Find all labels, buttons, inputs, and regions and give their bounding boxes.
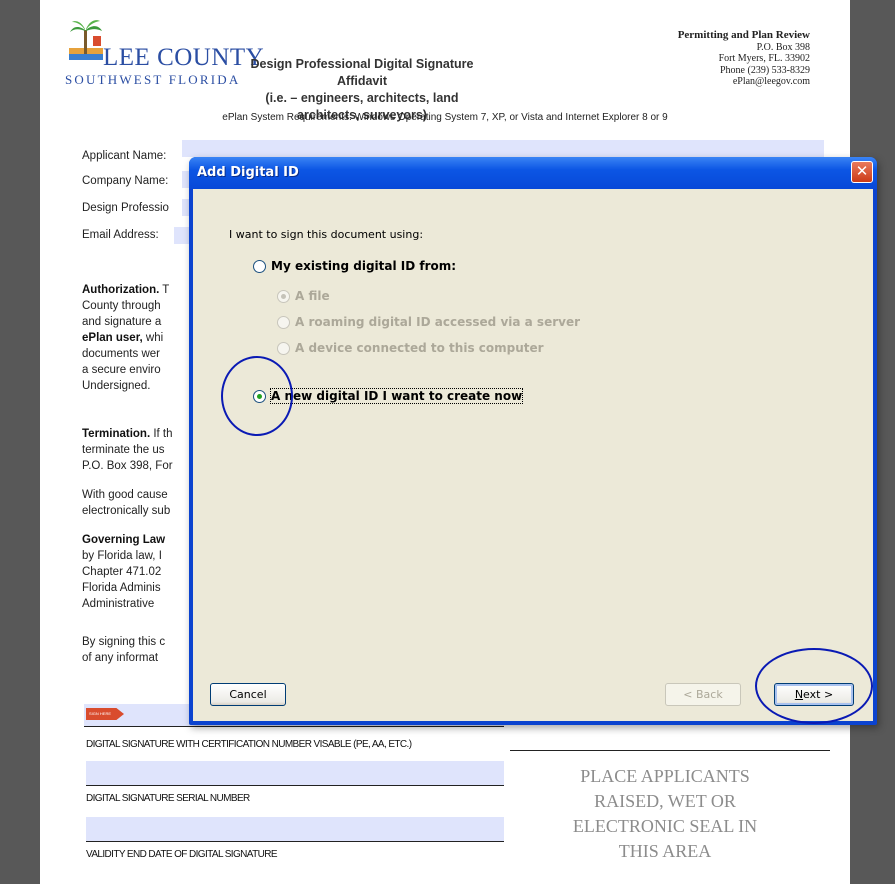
radio-device xyxy=(277,341,290,355)
palm-tree-icon xyxy=(69,20,103,60)
sub-option-device: A device connected to this computer xyxy=(277,341,544,355)
seal-area-border xyxy=(510,750,830,751)
email-address-label: Email Address: xyxy=(82,229,159,241)
sign-here-flag: SIGN HERE xyxy=(86,708,124,720)
option-new-id-label: A new digital ID I want to create now xyxy=(269,388,524,404)
dialog-title: Add Digital ID xyxy=(197,165,299,180)
seal-line: ELECTRONIC SEAL IN xyxy=(572,816,758,836)
serial-number-label: DIGITAL SIGNATURE SERIAL NUMBER xyxy=(86,793,250,804)
authorization-tail: T xyxy=(159,284,170,296)
cancel-label: Cancel xyxy=(229,688,267,701)
contact-po-box: P.O. Box 398 xyxy=(756,41,810,53)
option-new-id[interactable]: A new digital ID I want to create now xyxy=(253,388,524,404)
sub-option-roaming-label: A roaming digital ID accessed via a serv… xyxy=(295,315,581,329)
add-digital-id-dialog: Add Digital ID ✕ I want to sign this doc… xyxy=(189,157,877,725)
validity-date-label: VALIDITY END DATE OF DIGITAL SIGNATURE xyxy=(86,849,278,860)
seal-line: RAISED, WET OR xyxy=(594,791,736,811)
system-requirements: ePlan System Requirements: Windows Opera… xyxy=(222,112,668,123)
applicant-name-label: Applicant Name: xyxy=(82,150,167,162)
seal-line: PLACE APPLICANTS xyxy=(580,766,750,786)
annotation-circle-next xyxy=(755,648,873,724)
sign-here-label: SIGN HERE xyxy=(89,711,112,716)
dialog-prompt: I want to sign this document using: xyxy=(229,228,424,241)
radio-roaming xyxy=(277,315,290,329)
sub-option-device-label: A device connected to this computer xyxy=(295,341,544,355)
option-existing-id-label: My existing digital ID from: xyxy=(271,259,457,273)
seal-line: THIS AREA xyxy=(618,841,712,861)
termination-heading: Termination. xyxy=(82,428,151,440)
back-label: < Back xyxy=(683,688,723,701)
viewer-left-gutter xyxy=(0,0,40,884)
document-title-line: Design Professional Digital Signature Af… xyxy=(250,57,474,88)
seal-area-text: PLACE APPLICANTS RAISED, WET OR ELECTRON… xyxy=(520,764,810,864)
dialog-titlebar[interactable]: Add Digital ID ✕ xyxy=(189,157,877,189)
close-button[interactable]: ✕ xyxy=(851,161,873,183)
contact-block: Permitting and Plan Review P.O. Box 398 … xyxy=(677,29,810,88)
validity-date-field[interactable] xyxy=(86,817,504,842)
contact-email: ePlan@leegov.com xyxy=(732,76,810,87)
sub-option-file: A file xyxy=(277,289,330,303)
dialog-body: I want to sign this document using: My e… xyxy=(193,189,873,721)
eplan-user-text: ePlan user, xyxy=(82,332,143,344)
design-professional-label: Design Professio xyxy=(82,202,169,214)
lee-county-logo: LEE COUNTY SOUTHWEST FLORIDA xyxy=(65,18,270,88)
annotation-circle-new-id xyxy=(221,356,293,436)
eplan-user-tail: whi xyxy=(142,332,164,344)
option-existing-id[interactable]: My existing digital ID from: xyxy=(253,259,456,273)
company-name-label: Company Name: xyxy=(82,175,169,187)
cancel-button[interactable]: Cancel xyxy=(210,683,286,706)
sub-option-roaming: A roaming digital ID accessed via a serv… xyxy=(277,315,580,329)
logo-title: LEE COUNTY xyxy=(103,44,265,71)
termination-tail: If th xyxy=(150,428,173,440)
governing-law-heading: Governing Law xyxy=(82,534,166,546)
close-icon: ✕ xyxy=(855,162,869,180)
digital-signature-label: DIGITAL SIGNATURE WITH CERTIFICATION NUM… xyxy=(86,739,412,750)
applicant-name-field[interactable] xyxy=(182,140,824,157)
logo-subtitle: SOUTHWEST FLORIDA xyxy=(65,72,241,87)
contact-city: Fort Myers, FL. 33902 xyxy=(718,53,810,64)
radio-existing-id[interactable] xyxy=(253,259,266,273)
authorization-heading: Authorization. xyxy=(82,284,160,296)
back-button[interactable]: < Back xyxy=(665,683,741,706)
radio-file xyxy=(277,289,290,303)
contact-phone: Phone (239) 533-8329 xyxy=(720,64,810,76)
serial-number-field[interactable] xyxy=(86,761,504,786)
sub-option-file-label: A file xyxy=(295,289,330,303)
contact-title: Permitting and Plan Review xyxy=(677,29,810,41)
